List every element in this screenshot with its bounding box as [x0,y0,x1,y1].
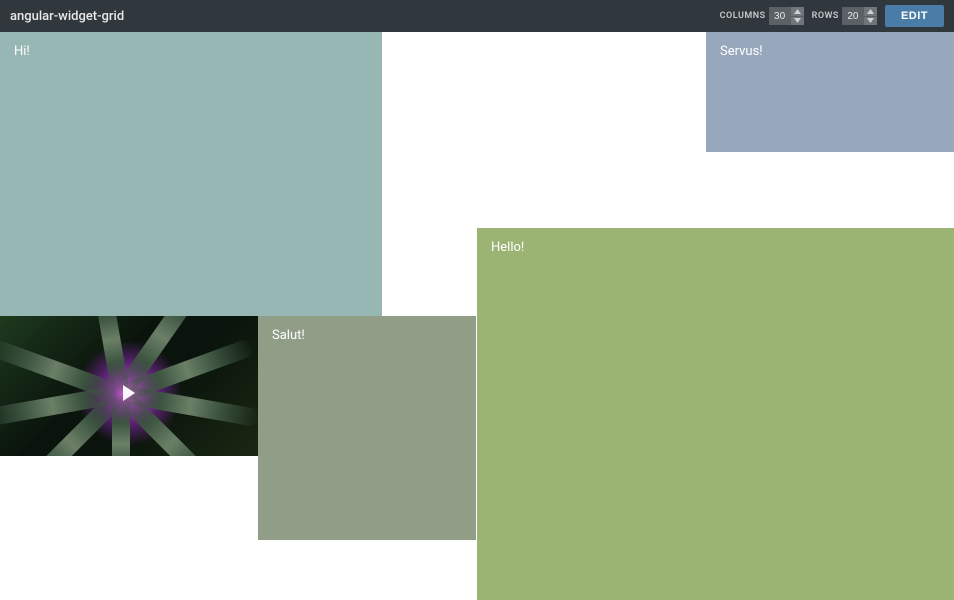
columns-stepper[interactable] [769,7,804,25]
chevron-up-icon [794,9,801,14]
rows-up-button[interactable] [864,7,877,17]
widget-label: Salut! [272,328,305,343]
widget-salut[interactable]: Salut! [258,316,476,540]
columns-label: COLUMNS [720,11,766,21]
widget-label: Servus! [720,44,763,59]
chevron-up-icon [867,9,874,14]
widget-label: Hi! [14,44,30,59]
widget-media[interactable] [0,316,258,456]
edit-button[interactable]: EDIT [885,5,944,27]
columns-control: COLUMNS [720,7,804,25]
rows-input[interactable] [842,7,864,25]
widget-hi[interactable]: Hi! [0,32,382,316]
rows-down-button[interactable] [864,17,877,26]
widget-label: Hello! [491,240,524,255]
rows-label: ROWS [812,11,839,21]
widget-grid: Hi! Servus! Hello! Salut! [0,32,954,600]
app-title: angular-widget-grid [10,9,124,24]
chevron-down-icon [867,18,874,23]
rows-stepper-buttons [864,7,877,25]
widget-hello[interactable]: Hello! [477,228,954,600]
header-controls: COLUMNS ROWS [720,5,944,27]
chevron-down-icon [794,18,801,23]
columns-stepper-buttons [791,7,804,25]
columns-down-button[interactable] [791,17,804,26]
play-icon [123,385,135,401]
columns-up-button[interactable] [791,7,804,17]
rows-stepper[interactable] [842,7,877,25]
rows-control: ROWS [812,7,877,25]
app-header: angular-widget-grid COLUMNS ROWS [0,0,954,32]
widget-servus[interactable]: Servus! [706,32,954,152]
columns-input[interactable] [769,7,791,25]
media-thumbnail [0,316,258,456]
